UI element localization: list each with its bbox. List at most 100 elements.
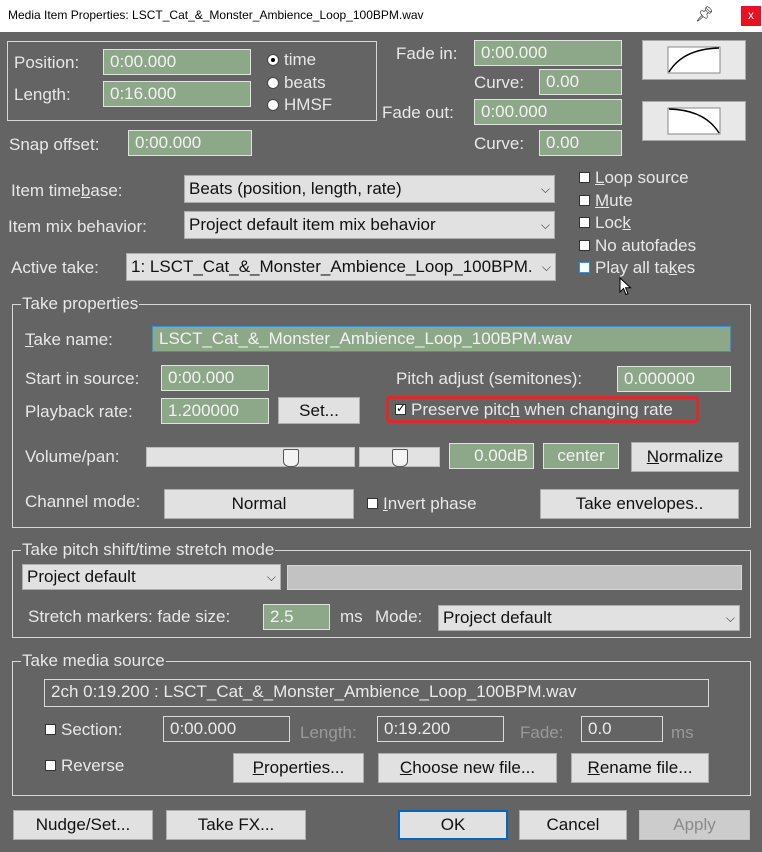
- volume-slider[interactable]: [146, 447, 355, 467]
- beats-radio[interactable]: [267, 77, 279, 89]
- fade-out-curve-label: Curve:: [474, 134, 525, 153]
- take-name-input[interactable]: LSCT_Cat_&_Monster_Ambience_Loop_100BPM.…: [152, 326, 731, 352]
- section-label: Section:: [61, 720, 123, 739]
- take-name-label: Take name:: [25, 330, 113, 349]
- fade-in-shape-button[interactable]: [642, 40, 746, 80]
- chevron-down-icon: ⌵: [540, 182, 550, 196]
- section-fade-input[interactable]: 0.0: [581, 716, 663, 742]
- fade-out-input[interactable]: 0:00.000: [474, 99, 622, 125]
- fade-in-input[interactable]: 0:00.000: [474, 40, 622, 66]
- take-fx-button[interactable]: Take FX...: [166, 810, 306, 840]
- fade-out-shape-button[interactable]: [642, 101, 746, 141]
- fade-out-label: Fade out:: [382, 103, 454, 122]
- length-input[interactable]: 0:16.000: [103, 81, 251, 107]
- section-fade-label: Fade:: [520, 723, 564, 742]
- snap-offset-label: Snap offset:: [9, 135, 100, 154]
- pan-slider[interactable]: [359, 447, 440, 467]
- chevron-down-icon: ⌵: [266, 570, 276, 584]
- section-checkbox[interactable]: [45, 724, 56, 735]
- playback-rate-label: Playback rate:: [25, 402, 133, 421]
- volume-db-input[interactable]: 0.00dB: [449, 443, 534, 469]
- title-bar[interactable]: Media Item Properties: LSCT_Cat_&_Monste…: [0, 0, 762, 32]
- pitch-adjust-input[interactable]: 0.000000: [617, 366, 731, 392]
- fade-in-curve-label: Curve:: [474, 73, 525, 92]
- preserve-pitch-checkbox[interactable]: [395, 401, 406, 415]
- active-take-select[interactable]: 1: LSCT_Cat_&_Monster_Ambience_Loop_100B…: [126, 253, 556, 281]
- length-label: Length:: [14, 85, 71, 104]
- preserve-pitch-label: Preserve pitch when changing rate: [411, 400, 673, 419]
- stretch-mode-label: Mode:: [375, 607, 423, 626]
- section-fade-unit: ms: [671, 723, 694, 742]
- start-in-source-label: Start in source:: [25, 369, 140, 388]
- pitch-shift-submode-select[interactable]: [287, 565, 742, 590]
- loop-source-checkbox[interactable]: [579, 172, 590, 183]
- source-info-field: 2ch 0:19.200 : LSCT_Cat_&_Monster_Ambien…: [44, 679, 709, 707]
- invert-phase-label: Invert phase: [383, 494, 477, 513]
- stretch-markers-label: Stretch markers: fade size:: [28, 607, 231, 626]
- section-length-label: Length:: [300, 723, 357, 742]
- close-button[interactable]: x: [741, 6, 761, 26]
- pan-slider-thumb[interactable]: [392, 449, 408, 467]
- fade-size-unit: ms: [340, 607, 363, 626]
- fade-out-curve-input[interactable]: 0.00: [539, 130, 622, 156]
- pitch-shift-mode-select[interactable]: Project default ⌵: [22, 564, 281, 590]
- fade-size-input[interactable]: 2.5: [263, 604, 330, 630]
- hmsf-radio[interactable]: [267, 99, 279, 111]
- active-take-label: Active take:: [11, 258, 99, 277]
- chevron-down-icon: ⌵: [541, 260, 551, 274]
- reverse-label: Reverse: [61, 756, 125, 775]
- stretch-mode-select[interactable]: Project default ⌵: [438, 605, 740, 631]
- time-radio[interactable]: [267, 54, 279, 66]
- choose-new-file-button[interactable]: Choose new file...: [378, 753, 557, 783]
- item-timebase-label: Item timebase:: [11, 181, 123, 200]
- fade-in-curve-icon: [667, 46, 721, 74]
- cancel-button[interactable]: Cancel: [519, 810, 627, 840]
- chevron-down-icon: ⌵: [540, 218, 550, 232]
- position-input[interactable]: 0:00.000: [103, 49, 251, 75]
- lock-checkbox[interactable]: [579, 217, 590, 228]
- take-envelopes-button[interactable]: Take envelopes..: [540, 489, 739, 519]
- fade-in-label: Fade in:: [396, 44, 458, 63]
- snap-offset-input[interactable]: 0:00.000: [128, 130, 252, 156]
- start-in-source-input[interactable]: 0:00.000: [161, 365, 269, 391]
- channel-mode-label: Channel mode:: [25, 492, 141, 511]
- section-length-input[interactable]: 0:19.200: [377, 716, 504, 742]
- fade-out-curve-icon: [667, 107, 721, 135]
- fade-in-curve-input[interactable]: 0.00: [539, 69, 622, 95]
- normalize-button[interactable]: Normalize: [631, 442, 739, 472]
- lock-label: Lock: [595, 213, 631, 232]
- reverse-checkbox[interactable]: [45, 760, 56, 771]
- no-autofades-label: No autofades: [595, 236, 697, 255]
- beats-radio-label: beats: [284, 73, 326, 92]
- pitch-adjust-label: Pitch adjust (semitones):: [396, 369, 583, 388]
- volume-pan-label: Volume/pan:: [25, 447, 120, 466]
- hmsf-radio-label: HMSF: [284, 95, 333, 114]
- no-autofades-checkbox[interactable]: [579, 240, 590, 251]
- loop-source-label: Loop source: [595, 168, 689, 187]
- position-label: Position:: [14, 53, 80, 72]
- volume-slider-thumb[interactable]: [283, 449, 299, 467]
- playback-rate-input[interactable]: 1.200000: [161, 398, 269, 424]
- set-rate-button[interactable]: Set...: [278, 397, 360, 424]
- nudge-set-button[interactable]: Nudge/Set...: [13, 810, 153, 840]
- pan-input[interactable]: center: [543, 443, 619, 469]
- properties-button[interactable]: Properties...: [233, 753, 364, 783]
- window-title: Media Item Properties: LSCT_Cat_&_Monste…: [8, 8, 424, 22]
- mute-checkbox[interactable]: [579, 195, 590, 206]
- ok-button[interactable]: OK: [398, 810, 508, 840]
- item-mix-select[interactable]: Project default item mix behavior ⌵: [184, 211, 555, 239]
- item-timebase-select[interactable]: Beats (position, length, rate) ⌵: [184, 175, 555, 203]
- item-mix-label: Item mix behavior:: [8, 217, 147, 236]
- channel-mode-button[interactable]: Normal: [164, 489, 354, 519]
- mouse-cursor-icon: [619, 277, 632, 296]
- time-radio-label: time: [284, 50, 317, 69]
- pitch-shift-title: Take pitch shift/time stretch mode: [21, 540, 276, 560]
- section-start-input[interactable]: 0:00.000: [163, 716, 290, 742]
- apply-button[interactable]: Apply: [639, 810, 750, 840]
- media-source-title: Take media source: [21, 651, 166, 671]
- pin-icon[interactable]: 📌︎: [695, 5, 714, 23]
- invert-phase-checkbox[interactable]: [367, 498, 378, 509]
- chevron-down-icon: ⌵: [725, 611, 735, 625]
- rename-file-button[interactable]: Rename file...: [571, 753, 709, 783]
- play-all-takes-checkbox[interactable]: [579, 262, 590, 273]
